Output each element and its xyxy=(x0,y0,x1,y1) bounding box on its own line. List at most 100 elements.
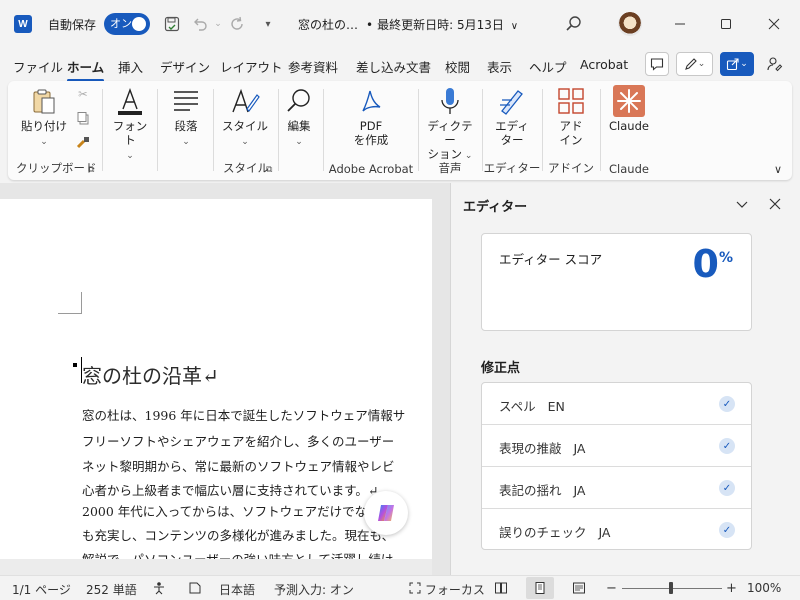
tab-file[interactable]: ファイル xyxy=(13,57,63,76)
paragraph-line[interactable]: も充実し、コンテンツの多様化が進みました。現在も、 xyxy=(82,525,394,544)
font-button[interactable]: フォント ⌄ xyxy=(108,85,152,163)
tab-home[interactable]: ホーム xyxy=(67,57,105,82)
save-icon[interactable] xyxy=(162,14,182,34)
editing-label: 編集 xyxy=(287,119,311,133)
clipboard-group-label: クリップボード xyxy=(16,161,97,175)
dialog-launcher-icon[interactable]: ⧉ xyxy=(88,165,94,175)
tab-mailings[interactable]: 差し込み文書 xyxy=(356,57,431,76)
dialog-launcher-icon[interactable]: ⧉ xyxy=(266,165,272,175)
dictate-label-1: ディクテー xyxy=(427,119,473,147)
tab-design[interactable]: デザイン xyxy=(160,57,210,76)
tab-layout[interactable]: レイアウト xyxy=(220,57,283,76)
tab-help[interactable]: ヘルプ xyxy=(529,57,567,76)
close-icon[interactable] xyxy=(763,193,787,215)
focus-mode-button[interactable]: フォーカス xyxy=(409,581,485,598)
book-icon[interactable] xyxy=(188,581,202,598)
predictive-text-indicator[interactable]: 予測入力: オン xyxy=(274,581,354,598)
focus-icon xyxy=(409,582,421,594)
editor-label-1: エディ xyxy=(495,119,529,133)
correction-label: 表記の揺れ JA xyxy=(499,483,586,498)
accessibility-icon[interactable] xyxy=(152,581,166,598)
zoom-level[interactable]: 100% xyxy=(747,581,781,595)
paste-icon xyxy=(33,89,55,114)
print-layout-icon[interactable] xyxy=(526,577,554,599)
close-icon[interactable] xyxy=(760,12,788,36)
undo-dropdown-icon[interactable]: ⌄ xyxy=(208,14,228,34)
editing-mode-button[interactable]: ⌄ xyxy=(676,52,713,76)
chevron-down-icon: ⌄ xyxy=(40,137,48,147)
font-label: フォント xyxy=(112,119,148,147)
format-painter-icon[interactable] xyxy=(74,135,92,154)
correction-label: 表現の推敲 JA xyxy=(499,441,586,456)
copy-icon[interactable] xyxy=(74,111,92,128)
correction-item-error-check[interactable]: 誤りのチェック JA ✓ xyxy=(482,509,751,551)
tab-acrobat[interactable]: Acrobat xyxy=(580,57,628,72)
document-heading[interactable]: 窓の杜の沿革↵ xyxy=(82,360,219,389)
maximize-icon[interactable] xyxy=(712,12,740,36)
language-indicator[interactable]: 日本語 xyxy=(219,581,255,598)
zoom-out-button[interactable]: − xyxy=(606,581,617,596)
search-icon[interactable] xyxy=(562,12,586,36)
tab-view[interactable]: 表示 xyxy=(487,57,512,76)
paste-button[interactable]: 貼り付け ⌄ xyxy=(20,87,68,149)
minimize-icon[interactable] xyxy=(666,12,694,36)
paragraph-line[interactable]: 2000 年代に入ってからは、ソフトウェアだけでなく、IT xyxy=(82,501,405,520)
correction-item-consistency[interactable]: 表記の揺れ JA ✓ xyxy=(482,467,751,509)
word-count[interactable]: 252 単語 xyxy=(86,581,137,598)
horizontal-scrollbar[interactable] xyxy=(0,559,432,575)
editor-score-unit: % xyxy=(718,250,733,266)
styles-button[interactable]: スタイル ⌄ xyxy=(220,85,270,149)
check-icon: ✓ xyxy=(719,480,735,496)
dictate-button[interactable]: ディクテー ション ⌄ xyxy=(423,85,477,163)
undo-icon[interactable] xyxy=(190,14,210,34)
editing-button[interactable]: 編集 ⌄ xyxy=(280,85,318,149)
claude-button[interactable]: Claude xyxy=(605,85,653,133)
autosave-toggle[interactable]: オン xyxy=(104,13,150,35)
copilot-person-icon[interactable] xyxy=(764,52,786,76)
find-icon xyxy=(287,89,310,112)
share-button[interactable]: ⌄ xyxy=(720,52,754,76)
editor-button[interactable]: エディ ター xyxy=(489,85,535,147)
ribbon: 貼り付け ⌄ ✂ クリップボード ⧉ フォント ⌄ 段落 ⌄ スタイル ⌄ スタイル ⧉ xyxy=(8,81,792,180)
claude-icon xyxy=(613,85,645,117)
editor-score-value: 0 xyxy=(692,242,719,286)
chevron-down-icon[interactable] xyxy=(730,193,754,215)
correction-item-spelling[interactable]: スペル EN ✓ xyxy=(482,383,751,425)
styles-group: スタイル ⌄ スタイル ⧉ xyxy=(214,81,278,180)
editor-group: エディ ター エディター xyxy=(483,81,541,180)
paragraph-button[interactable]: 段落 ⌄ xyxy=(164,85,208,149)
paragraph-line[interactable]: 窓の杜は、1996 年に日本で誕生したソフトウェア情報サ xyxy=(82,405,405,424)
cut-icon[interactable]: ✂ xyxy=(74,87,92,101)
zoom-slider-thumb[interactable] xyxy=(669,582,673,594)
focus-label: フォーカス xyxy=(424,583,485,597)
correction-item-refinement[interactable]: 表現の推敲 JA ✓ xyxy=(482,425,751,467)
document-title[interactable]: 窓の杜の… • 最終更新日時: 5月13日 ∨ xyxy=(298,16,518,33)
comments-icon[interactable] xyxy=(645,52,669,76)
paragraph-line[interactable]: 心者から上級者まで幅広い層に支持されています。↵ xyxy=(82,480,378,499)
ribbon-collapse-icon[interactable]: ∨ xyxy=(774,163,782,176)
paragraph-line[interactable]: ネット黎明期から、常に最新のソフトウェア情報やレビ xyxy=(82,456,395,475)
page-count[interactable]: 1/1 ページ xyxy=(12,581,71,598)
zoom-in-button[interactable]: + xyxy=(726,581,737,596)
adobe-acrobat-group-label: Adobe Acrobat xyxy=(328,162,414,176)
copilot-button[interactable] xyxy=(364,491,408,535)
tab-review[interactable]: 校閲 xyxy=(445,57,470,76)
paragraph-line[interactable]: フリーソフトやシェアウェアを紹介し、多くのユーザー xyxy=(82,431,394,450)
create-pdf-button[interactable]: PDF を作成 xyxy=(346,85,396,147)
paste-label: 貼り付け xyxy=(21,119,67,133)
last-modified: 最終更新日時: 5月13日 xyxy=(377,18,504,32)
addins-group: アド イン アドイン xyxy=(543,81,599,180)
read-mode-icon[interactable] xyxy=(487,577,515,599)
avatar[interactable] xyxy=(618,12,642,36)
customize-qat-icon[interactable]: ▾ xyxy=(258,14,278,34)
addins-icon xyxy=(558,88,584,114)
editor-icon xyxy=(500,90,523,115)
menu-bar: ファイル ホーム 挿入 デザイン レイアウト 参考資料 差し込み文書 校閲 表示… xyxy=(0,48,800,82)
tab-insert[interactable]: 挿入 xyxy=(118,57,143,76)
addins-button[interactable]: アド イン xyxy=(549,85,593,147)
paragraph-icon xyxy=(174,91,198,111)
tab-references[interactable]: 参考資料 xyxy=(288,57,338,76)
create-pdf-label-1: PDF xyxy=(359,119,383,133)
web-layout-icon[interactable] xyxy=(565,577,593,599)
redo-icon[interactable] xyxy=(228,14,248,34)
